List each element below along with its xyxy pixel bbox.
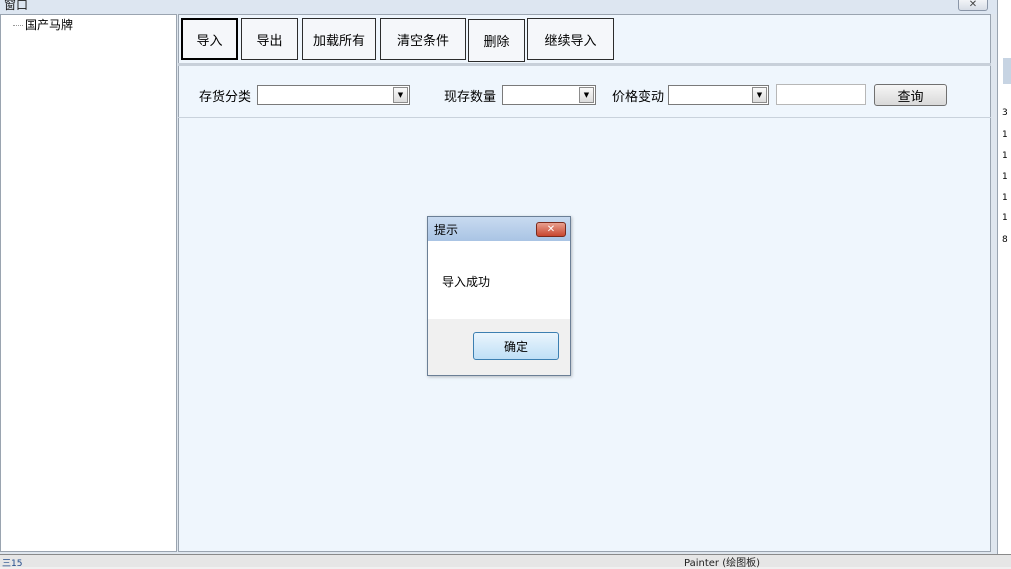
- dropdown-arrow-icon[interactable]: ▼: [579, 87, 594, 103]
- clear-filters-button[interactable]: 清空条件: [380, 18, 466, 60]
- tree-connector: [13, 25, 23, 26]
- toolbar-divider: [178, 63, 991, 66]
- dropdown-arrow-icon[interactable]: ▼: [752, 87, 767, 103]
- tree-node-label: 国产马牌: [25, 18, 74, 32]
- price-change-select[interactable]: ▼: [668, 85, 769, 105]
- query-button[interactable]: 查询: [874, 84, 947, 106]
- dialog-message: 导入成功: [442, 275, 491, 289]
- category-select[interactable]: ▼: [257, 85, 410, 105]
- dropdown-arrow-icon[interactable]: ▼: [393, 87, 408, 103]
- message-dialog: 提示 ✕ 导入成功 确定: [427, 216, 571, 376]
- quantity-label: 现存数量: [444, 90, 497, 105]
- taskbar-strip: [0, 554, 1011, 567]
- background-window: [997, 0, 1011, 566]
- export-button[interactable]: 导出: [241, 18, 298, 60]
- dialog-titlebar: 提示 ✕: [428, 217, 570, 241]
- status-left-text: 三15: [2, 559, 23, 569]
- filter-divider: [178, 117, 991, 118]
- background-cell: 8: [1002, 235, 1008, 245]
- background-cell: 1: [1002, 151, 1008, 161]
- background-cell: 1: [1002, 172, 1008, 182]
- background-cell: 1: [1002, 130, 1008, 140]
- price-change-label: 价格变动: [612, 90, 665, 105]
- quantity-select[interactable]: ▼: [502, 85, 596, 105]
- background-window-header: [1003, 58, 1011, 84]
- category-label: 存货分类: [199, 90, 252, 105]
- status-app-text: Painter (绘图板): [684, 558, 760, 569]
- price-value-input[interactable]: [776, 84, 866, 105]
- dialog-title: 提示: [434, 223, 459, 237]
- window-close-button[interactable]: ✕: [958, 0, 988, 11]
- dialog-close-button[interactable]: ✕: [536, 222, 566, 237]
- continue-import-button[interactable]: 继续导入: [527, 18, 614, 60]
- close-icon: ✕: [968, 0, 978, 10]
- background-cell: 1: [1002, 193, 1008, 203]
- background-cell: 1: [1002, 213, 1008, 223]
- window-title: 窗口: [4, 0, 29, 12]
- close-icon: ✕: [546, 224, 556, 235]
- import-button[interactable]: 导入: [181, 18, 238, 60]
- tree-node-root[interactable]: 国产马牌: [13, 16, 73, 33]
- dialog-footer: 确定: [428, 319, 570, 375]
- load-all-button[interactable]: 加载所有: [302, 18, 376, 60]
- background-cell: 3: [1002, 108, 1008, 118]
- ok-button[interactable]: 确定: [473, 332, 559, 360]
- window-titlebar: [0, 0, 997, 15]
- category-tree-panel: 国产马牌: [0, 14, 177, 552]
- delete-button[interactable]: 删除: [468, 19, 525, 62]
